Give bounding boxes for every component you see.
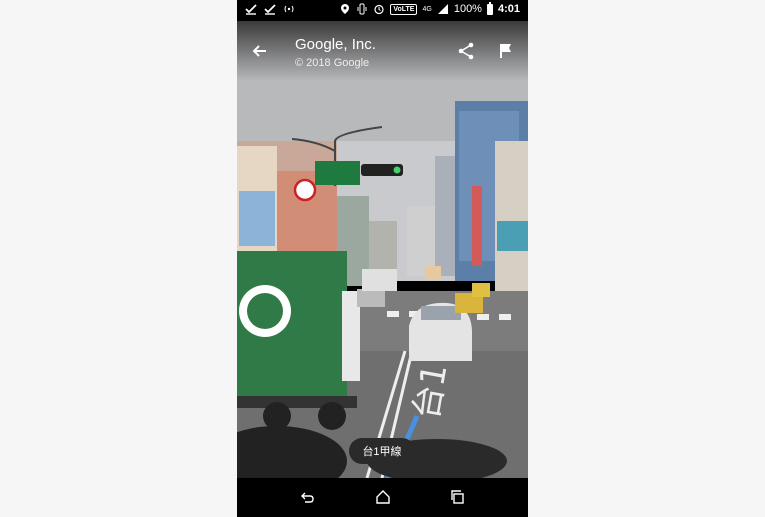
battery-icon — [486, 1, 493, 15]
road-label-chip[interactable]: 台1甲線 — [349, 438, 415, 464]
status-left — [245, 3, 295, 15]
checkmark-icon — [264, 4, 276, 15]
status-right: VoLTE 4G 100% 4:01 — [339, 1, 520, 15]
android-nav-bar — [237, 478, 528, 517]
checkmark-icon — [245, 4, 257, 15]
arrow-back-icon[interactable] — [250, 41, 270, 61]
vibrate-icon — [357, 3, 367, 15]
app-bar — [237, 21, 528, 81]
flag-icon[interactable] — [499, 43, 513, 59]
share-icon[interactable] — [457, 42, 475, 60]
network-type: 4G — [422, 5, 432, 13]
status-bar: VoLTE 4G 100% 4:01 — [237, 0, 528, 21]
place-title: Google, Inc. — [295, 36, 376, 53]
street-view-panorama[interactable]: 台1甲 — [237, 21, 528, 478]
clock: 4:01 — [497, 3, 520, 15]
volte-badge: VoLTE — [390, 3, 418, 15]
battery-percent: 100% — [453, 3, 482, 15]
copyright-text: © 2018 Google — [295, 57, 370, 69]
wireless-icon — [284, 5, 294, 13]
signal-icon — [437, 4, 448, 14]
phone-screen: VoLTE 4G 100% 4:01 台1甲 Google, Inc. © 20… — [237, 0, 528, 517]
alarm-icon — [374, 4, 384, 15]
street-sign — [315, 161, 360, 185]
street-view-image: 台1甲 — [237, 21, 528, 478]
nav-home-icon[interactable] — [375, 489, 391, 505]
nav-back-icon[interactable] — [299, 489, 315, 505]
location-pin-icon — [341, 4, 350, 14]
nav-recents-icon[interactable] — [450, 489, 466, 505]
